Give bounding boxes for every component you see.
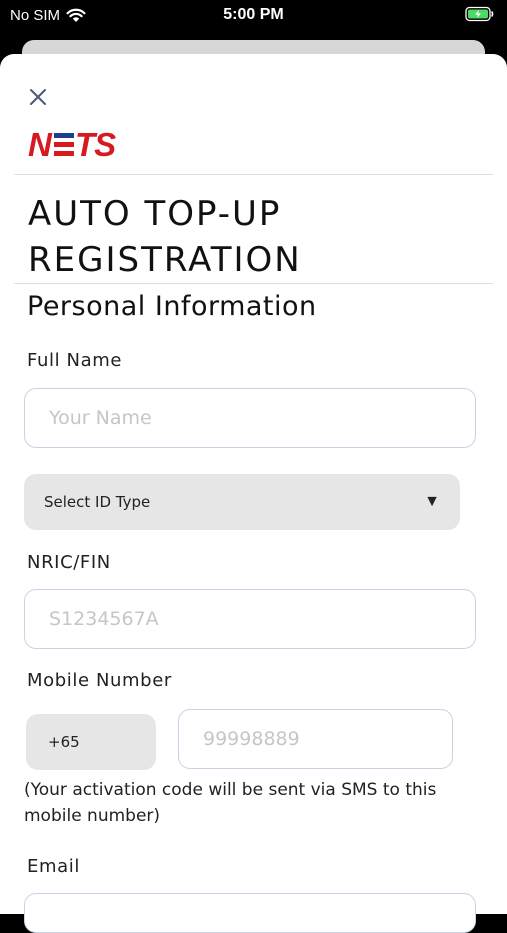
full-name-label: Full Name (27, 350, 123, 371)
close-icon (30, 89, 46, 105)
divider (14, 283, 493, 284)
status-bar: No SIM 5:00 PM (0, 0, 507, 32)
dropdown-arrow-icon: ▼ (424, 493, 440, 510)
svg-text:TS: TS (75, 128, 116, 160)
page-title: AUTO TOP-UP REGISTRATION (28, 191, 302, 283)
page-title-line1: AUTO TOP-UP (28, 194, 282, 234)
nets-logo: N TS (28, 126, 134, 165)
battery-icon (465, 6, 495, 27)
svg-text:N: N (28, 128, 53, 160)
mobile-number-label: Mobile Number (27, 670, 172, 691)
status-time: 5:00 PM (223, 6, 284, 23)
page-title-line2: REGISTRATION (28, 240, 302, 280)
email-input[interactable] (24, 893, 476, 933)
country-code-selector[interactable]: +65 (26, 714, 156, 770)
email-label: Email (27, 856, 80, 877)
nric-label: NRIC/FIN (27, 552, 111, 573)
close-button[interactable] (26, 86, 50, 108)
divider (14, 174, 493, 175)
section-title-personal-info: Personal Information (27, 291, 317, 322)
sms-note: (Your activation code will be sent via S… (24, 780, 437, 826)
id-type-select[interactable]: Select ID Type ▼ (24, 474, 460, 530)
country-code-value: +65 (48, 733, 80, 751)
id-type-select-label: Select ID Type (44, 493, 151, 511)
nric-input[interactable] (24, 589, 476, 649)
full-name-input[interactable] (24, 388, 476, 448)
mobile-number-input[interactable] (178, 709, 453, 769)
